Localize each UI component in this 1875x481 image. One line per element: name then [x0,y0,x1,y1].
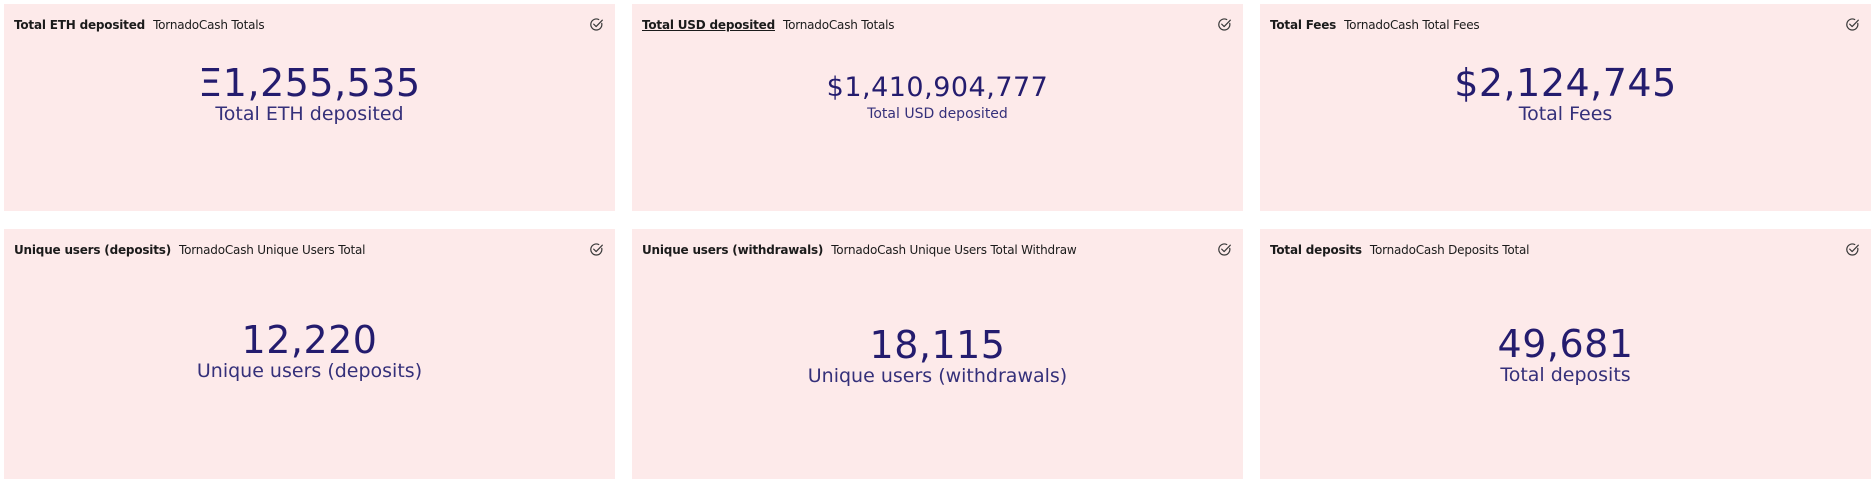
metric-value: 18,115 [869,323,1006,367]
metric-label: Total deposits [1500,364,1631,386]
card-total-deposits: Total deposits TornadoCash Deposits Tota… [1260,229,1871,479]
card-subtitle: TornadoCash Unique Users Total Withdraw [831,243,1077,257]
card-header: Unique users (deposits) TornadoCash Uniq… [14,243,579,257]
card-header: Total ETH deposited TornadoCash Totals [14,18,579,32]
card-total-usd-deposited: Total USD deposited TornadoCash Totals $… [632,4,1243,211]
metric-value: $2,124,745 [1454,61,1677,105]
card-unique-users-withdrawals: Unique users (withdrawals) TornadoCash U… [632,229,1243,479]
check-circle-icon[interactable] [1217,17,1232,32]
metric-value: Ξ1,255,535 [198,61,421,105]
metric-label: Unique users (deposits) [196,360,423,382]
metric: $1,410,904,777 Total USD deposited [632,74,1243,121]
card-title[interactable]: Unique users (withdrawals) [642,243,823,257]
metric: Ξ1,255,535 Total ETH deposited [4,64,615,124]
card-subtitle: TornadoCash Total Fees [1344,18,1480,32]
metric-value: 12,220 [241,318,378,362]
card-title[interactable]: Total Fees [1270,18,1336,32]
card-title[interactable]: Total USD deposited [642,18,775,32]
metric-value: 49,681 [1497,322,1634,366]
card-header: Total deposits TornadoCash Deposits Tota… [1270,243,1835,257]
card-subtitle: TornadoCash Deposits Total [1369,243,1530,257]
card-total-eth-deposited: Total ETH deposited TornadoCash Totals Ξ… [4,4,615,211]
card-title[interactable]: Total ETH deposited [14,18,145,32]
metric-label: Unique users (withdrawals) [807,365,1068,387]
metric: $2,124,745 Total Fees [1260,64,1871,124]
card-header: Total Fees TornadoCash Total Fees [1270,18,1835,32]
card-title[interactable]: Unique users (deposits) [14,243,171,257]
check-circle-icon[interactable] [1845,242,1860,257]
card-subtitle: TornadoCash Totals [153,18,265,32]
metric: 12,220 Unique users (deposits) [4,321,615,381]
metric-label: Total USD deposited [867,106,1008,122]
check-circle-icon[interactable] [589,242,604,257]
metric: 18,115 Unique users (withdrawals) [632,326,1243,386]
metric: 49,681 Total deposits [1260,325,1871,385]
metric-value: $1,410,904,777 [826,72,1049,103]
card-subtitle: TornadoCash Totals [782,18,895,32]
check-circle-icon[interactable] [589,17,604,32]
card-total-fees: Total Fees TornadoCash Total Fees $2,124… [1260,4,1871,211]
card-subtitle: TornadoCash Unique Users Total [178,243,366,257]
check-circle-icon[interactable] [1845,17,1860,32]
card-unique-users-deposits: Unique users (deposits) TornadoCash Uniq… [4,229,615,479]
check-circle-icon[interactable] [1217,242,1232,257]
card-header: Unique users (withdrawals) TornadoCash U… [642,243,1207,257]
metric-label: Total Fees [1518,103,1613,125]
card-header: Total USD deposited TornadoCash Totals [642,18,1207,32]
card-title[interactable]: Total deposits [1270,243,1362,257]
dashboard-grid: Total ETH deposited TornadoCash Totals Ξ… [0,0,1875,481]
metric-label: Total ETH deposited [215,103,404,125]
